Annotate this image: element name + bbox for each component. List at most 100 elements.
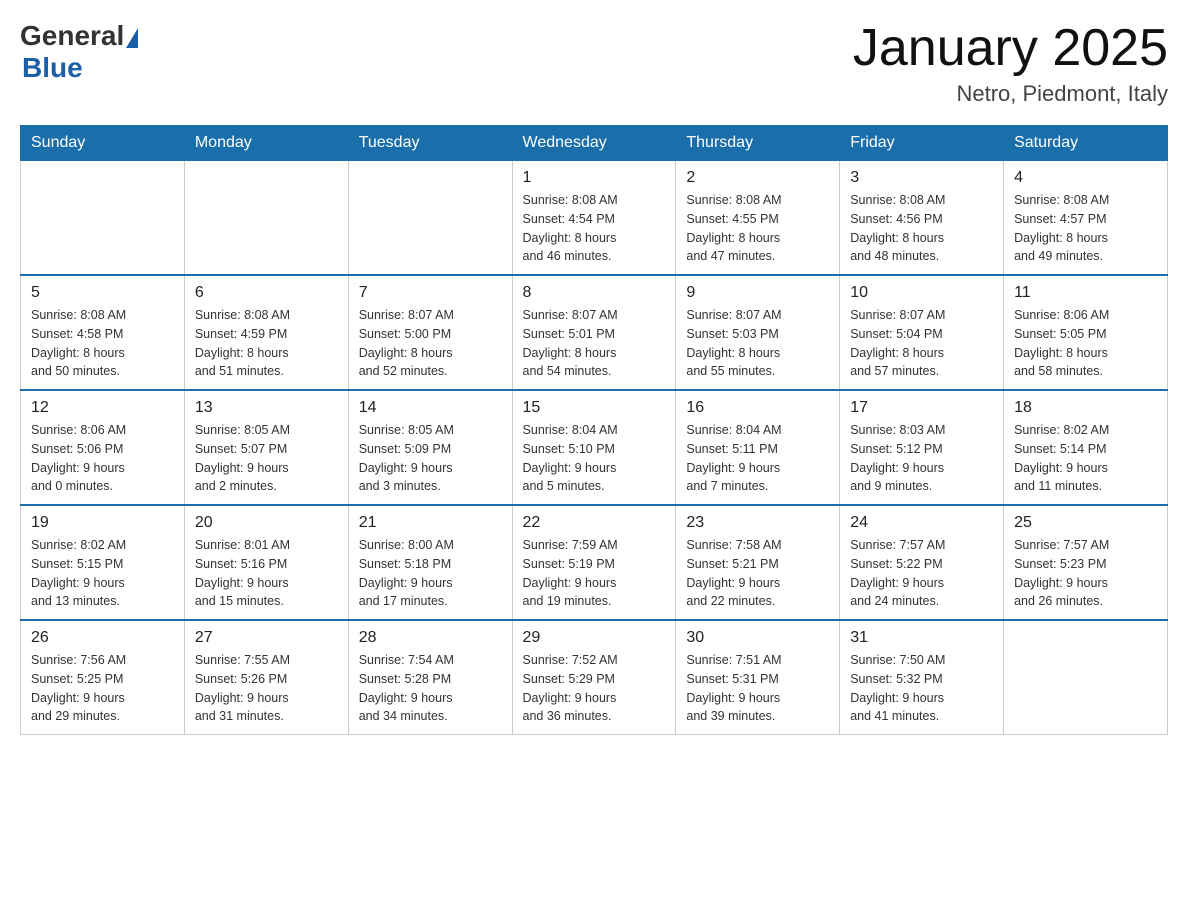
calendar-cell: 30 Sunrise: 7:51 AM Sunset: 5:31 PM Dayli…	[676, 620, 840, 735]
calendar-cell: 25 Sunrise: 7:57 AM Sunset: 5:23 PM Dayli…	[1004, 505, 1168, 620]
calendar-cell	[184, 161, 348, 276]
day-info: Sunrise: 8:07 AM Sunset: 5:03 PM Dayligh…	[686, 306, 829, 381]
logo: General Blue	[20, 20, 138, 84]
day-number: 9	[686, 284, 829, 302]
logo-general-text: General	[20, 20, 124, 52]
weekday-header-monday: Monday	[184, 126, 348, 161]
day-info: Sunrise: 7:57 AM Sunset: 5:23 PM Dayligh…	[1014, 536, 1157, 611]
calendar-table: SundayMondayTuesdayWednesdayThursdayFrid…	[20, 125, 1168, 735]
logo-triangle-icon	[126, 28, 138, 48]
weekday-header-thursday: Thursday	[676, 126, 840, 161]
day-number: 5	[31, 284, 174, 302]
day-number: 29	[523, 629, 666, 647]
day-info: Sunrise: 8:03 AM Sunset: 5:12 PM Dayligh…	[850, 421, 993, 496]
day-number: 22	[523, 514, 666, 532]
calendar-cell: 2Sunrise: 8:08 AM Sunset: 4:55 PM Daylig…	[676, 161, 840, 276]
weekday-header-saturday: Saturday	[1004, 126, 1168, 161]
day-number: 23	[686, 514, 829, 532]
calendar-cell: 4 Sunrise: 8:08 AM Sunset: 4:57 PM Daylig…	[1004, 161, 1168, 276]
day-info: Sunrise: 7:55 AM Sunset: 5:26 PM Dayligh…	[195, 651, 338, 726]
day-info: Sunrise: 8:04 AM Sunset: 5:11 PM Dayligh…	[686, 421, 829, 496]
day-info: Sunrise: 7:58 AM Sunset: 5:21 PM Dayligh…	[686, 536, 829, 611]
calendar-cell: 16 Sunrise: 8:04 AM Sunset: 5:11 PM Dayli…	[676, 390, 840, 505]
day-info: Sunrise: 8:04 AM Sunset: 5:10 PM Dayligh…	[523, 421, 666, 496]
day-info: Sunrise: 8:02 AM Sunset: 5:14 PM Dayligh…	[1014, 421, 1157, 496]
weekday-header-row: SundayMondayTuesdayWednesdayThursdayFrid…	[21, 126, 1168, 161]
day-number: 1	[523, 169, 666, 187]
calendar-cell: 14 Sunrise: 8:05 AM Sunset: 5:09 PM Dayli…	[348, 390, 512, 505]
day-number: 26	[31, 629, 174, 647]
calendar-subtitle: Netro, Piedmont, Italy	[853, 81, 1168, 107]
day-number: 28	[359, 629, 502, 647]
calendar-cell: 12 Sunrise: 8:06 AM Sunset: 5:06 PM Dayli…	[21, 390, 185, 505]
calendar-cell: 27 Sunrise: 7:55 AM Sunset: 5:26 PM Dayli…	[184, 620, 348, 735]
calendar-week-row: 19 Sunrise: 8:02 AM Sunset: 5:15 PM Dayli…	[21, 505, 1168, 620]
calendar-week-row: 12 Sunrise: 8:06 AM Sunset: 5:06 PM Dayli…	[21, 390, 1168, 505]
calendar-cell: 7 Sunrise: 8:07 AM Sunset: 5:00 PM Daylig…	[348, 275, 512, 390]
day-number: 16	[686, 399, 829, 417]
calendar-cell: 26 Sunrise: 7:56 AM Sunset: 5:25 PM Dayli…	[21, 620, 185, 735]
calendar-cell: 6Sunrise: 8:08 AM Sunset: 4:59 PM Daylig…	[184, 275, 348, 390]
day-info: Sunrise: 7:57 AM Sunset: 5:22 PM Dayligh…	[850, 536, 993, 611]
day-number: 10	[850, 284, 993, 302]
calendar-cell: 9 Sunrise: 8:07 AM Sunset: 5:03 PM Daylig…	[676, 275, 840, 390]
day-info: Sunrise: 7:56 AM Sunset: 5:25 PM Dayligh…	[31, 651, 174, 726]
calendar-cell: 10 Sunrise: 8:07 AM Sunset: 5:04 PM Dayli…	[840, 275, 1004, 390]
day-number: 14	[359, 399, 502, 417]
day-number: 19	[31, 514, 174, 532]
day-info: Sunrise: 7:51 AM Sunset: 5:31 PM Dayligh…	[686, 651, 829, 726]
day-number: 3	[850, 169, 993, 187]
day-info: Sunrise: 8:08 AM Sunset: 4:56 PM Dayligh…	[850, 191, 993, 266]
day-number: 4	[1014, 169, 1157, 187]
calendar-cell: 5 Sunrise: 8:08 AM Sunset: 4:58 PM Daylig…	[21, 275, 185, 390]
day-info: Sunrise: 7:54 AM Sunset: 5:28 PM Dayligh…	[359, 651, 502, 726]
day-number: 12	[31, 399, 174, 417]
day-info: Sunrise: 8:07 AM Sunset: 5:00 PM Dayligh…	[359, 306, 502, 381]
calendar-cell: 23 Sunrise: 7:58 AM Sunset: 5:21 PM Dayli…	[676, 505, 840, 620]
weekday-header-wednesday: Wednesday	[512, 126, 676, 161]
calendar-week-row: 5 Sunrise: 8:08 AM Sunset: 4:58 PM Daylig…	[21, 275, 1168, 390]
day-info: Sunrise: 8:08 AM Sunset: 4:59 PM Dayligh…	[195, 306, 338, 381]
day-info: Sunrise: 8:00 AM Sunset: 5:18 PM Dayligh…	[359, 536, 502, 611]
day-info: Sunrise: 8:08 AM Sunset: 4:57 PM Dayligh…	[1014, 191, 1157, 266]
calendar-cell: 13Sunrise: 8:05 AM Sunset: 5:07 PM Dayli…	[184, 390, 348, 505]
day-number: 8	[523, 284, 666, 302]
page-header: General Blue January 2025 Netro, Piedmon…	[20, 20, 1168, 107]
calendar-cell: 19 Sunrise: 8:02 AM Sunset: 5:15 PM Dayli…	[21, 505, 185, 620]
day-info: Sunrise: 8:05 AM Sunset: 5:09 PM Dayligh…	[359, 421, 502, 496]
calendar-cell: 20Sunrise: 8:01 AM Sunset: 5:16 PM Dayli…	[184, 505, 348, 620]
calendar-cell: 29 Sunrise: 7:52 AM Sunset: 5:29 PM Dayli…	[512, 620, 676, 735]
day-info: Sunrise: 8:07 AM Sunset: 5:04 PM Dayligh…	[850, 306, 993, 381]
day-info: Sunrise: 8:08 AM Sunset: 4:58 PM Dayligh…	[31, 306, 174, 381]
calendar-cell: 8 Sunrise: 8:07 AM Sunset: 5:01 PM Daylig…	[512, 275, 676, 390]
day-info: Sunrise: 7:50 AM Sunset: 5:32 PM Dayligh…	[850, 651, 993, 726]
day-number: 18	[1014, 399, 1157, 417]
calendar-cell: 17 Sunrise: 8:03 AM Sunset: 5:12 PM Dayli…	[840, 390, 1004, 505]
day-info: Sunrise: 8:06 AM Sunset: 5:06 PM Dayligh…	[31, 421, 174, 496]
calendar-cell	[21, 161, 185, 276]
calendar-cell: 22 Sunrise: 7:59 AM Sunset: 5:19 PM Dayli…	[512, 505, 676, 620]
calendar-cell: 18 Sunrise: 8:02 AM Sunset: 5:14 PM Dayli…	[1004, 390, 1168, 505]
day-number: 30	[686, 629, 829, 647]
calendar-cell: 21Sunrise: 8:00 AM Sunset: 5:18 PM Dayli…	[348, 505, 512, 620]
day-number: 7	[359, 284, 502, 302]
day-number: 17	[850, 399, 993, 417]
day-number: 15	[523, 399, 666, 417]
day-number: 25	[1014, 514, 1157, 532]
weekday-header-tuesday: Tuesday	[348, 126, 512, 161]
day-number: 2	[686, 169, 829, 187]
day-info: Sunrise: 8:02 AM Sunset: 5:15 PM Dayligh…	[31, 536, 174, 611]
day-info: Sunrise: 8:01 AM Sunset: 5:16 PM Dayligh…	[195, 536, 338, 611]
calendar-week-row: 1 Sunrise: 8:08 AM Sunset: 4:54 PM Daylig…	[21, 161, 1168, 276]
day-number: 24	[850, 514, 993, 532]
day-info: Sunrise: 8:07 AM Sunset: 5:01 PM Dayligh…	[523, 306, 666, 381]
day-info: Sunrise: 8:08 AM Sunset: 4:54 PM Dayligh…	[523, 191, 666, 266]
day-info: Sunrise: 7:59 AM Sunset: 5:19 PM Dayligh…	[523, 536, 666, 611]
day-number: 13	[195, 399, 338, 417]
calendar-cell: 28 Sunrise: 7:54 AM Sunset: 5:28 PM Dayli…	[348, 620, 512, 735]
day-info: Sunrise: 7:52 AM Sunset: 5:29 PM Dayligh…	[523, 651, 666, 726]
calendar-cell: 3 Sunrise: 8:08 AM Sunset: 4:56 PM Daylig…	[840, 161, 1004, 276]
weekday-header-sunday: Sunday	[21, 126, 185, 161]
day-info: Sunrise: 8:06 AM Sunset: 5:05 PM Dayligh…	[1014, 306, 1157, 381]
day-number: 27	[195, 629, 338, 647]
